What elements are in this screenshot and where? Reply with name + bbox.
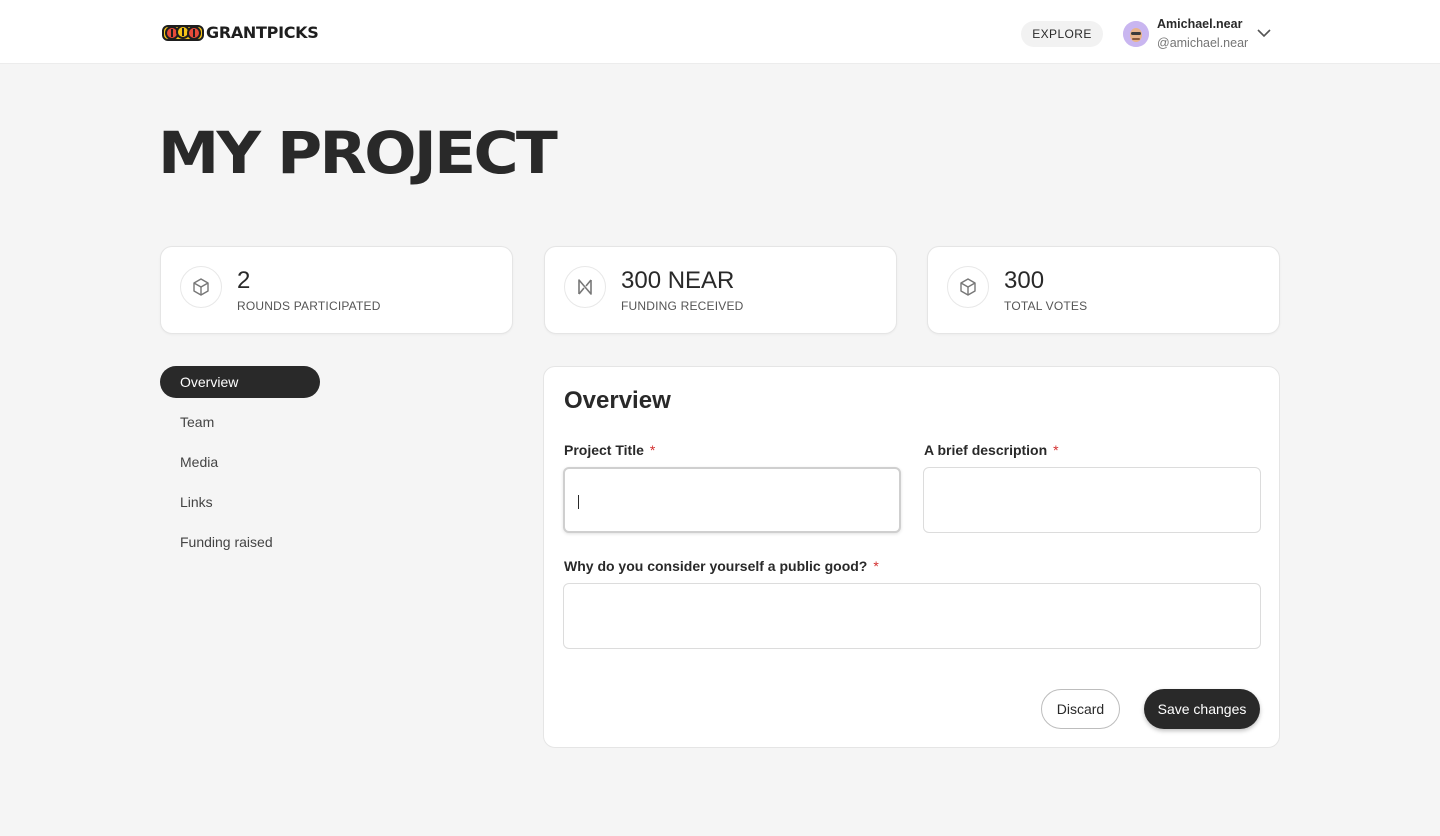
- logo-text: GRANTPICKS: [206, 22, 319, 42]
- grantpicks-logo-icon: [162, 25, 204, 41]
- avatar[interactable]: [1123, 21, 1149, 47]
- project-title-input[interactable]: [563, 467, 901, 533]
- sidebar-item-funding-raised[interactable]: Funding raised: [160, 526, 320, 558]
- public-good-input[interactable]: [563, 583, 1261, 649]
- sidebar-nav: Overview Team Media Links Funding raised: [160, 366, 320, 566]
- public-good-label: Why do you consider yourself a public go…: [564, 558, 879, 574]
- top-navbar: GRANTPICKS EXPLORE Amichael.near @amicha…: [0, 0, 1440, 64]
- stat-label: ROUNDS PARTICIPATED: [237, 299, 381, 313]
- required-mark: *: [1053, 442, 1059, 458]
- project-title-label: Project Title *: [564, 442, 655, 458]
- stat-card-votes: 300 TOTAL VOTES: [927, 246, 1280, 334]
- field-label-text: A brief description: [924, 442, 1048, 458]
- stat-value: 2: [237, 267, 251, 294]
- field-label-text: Project Title: [564, 442, 644, 458]
- overview-form-panel: Overview Project Title * A brief descript…: [543, 366, 1280, 748]
- cube-icon: [947, 266, 989, 308]
- sidebar-item-team[interactable]: Team: [160, 406, 320, 438]
- cube-icon: [180, 266, 222, 308]
- stat-value: 300: [1004, 267, 1045, 294]
- sidebar-item-links[interactable]: Links: [160, 486, 320, 518]
- stat-label: TOTAL VOTES: [1004, 299, 1088, 313]
- field-label-text: Why do you consider yourself a public go…: [564, 558, 868, 574]
- stat-card-funding: 300 NEAR FUNDING RECEIVED: [544, 246, 897, 334]
- required-mark: *: [649, 442, 656, 458]
- near-icon: [564, 266, 606, 308]
- chevron-down-icon[interactable]: [1256, 27, 1272, 39]
- text-caret: [578, 495, 579, 509]
- description-label: A brief description *: [924, 442, 1059, 458]
- stat-card-rounds: 2 ROUNDS PARTICIPATED: [160, 246, 513, 334]
- user-avatar-icon: [1123, 21, 1149, 47]
- save-changes-button[interactable]: Save changes: [1144, 689, 1260, 729]
- sidebar-item-overview[interactable]: Overview: [160, 366, 320, 398]
- stat-label: FUNDING RECEIVED: [621, 299, 744, 313]
- user-name: Amichael.near: [1157, 17, 1243, 31]
- sidebar-item-media[interactable]: Media: [160, 446, 320, 478]
- stat-value: 300 NEAR: [621, 267, 735, 294]
- discard-button[interactable]: Discard: [1041, 689, 1120, 729]
- form-title: Overview: [564, 387, 671, 414]
- logo[interactable]: GRANTPICKS: [162, 19, 319, 45]
- page-title: MY PROJECT: [158, 119, 558, 187]
- user-handle: @amichael.near: [1157, 36, 1249, 50]
- description-input[interactable]: [923, 467, 1261, 533]
- required-mark: *: [873, 558, 879, 574]
- explore-button[interactable]: EXPLORE: [1021, 21, 1103, 47]
